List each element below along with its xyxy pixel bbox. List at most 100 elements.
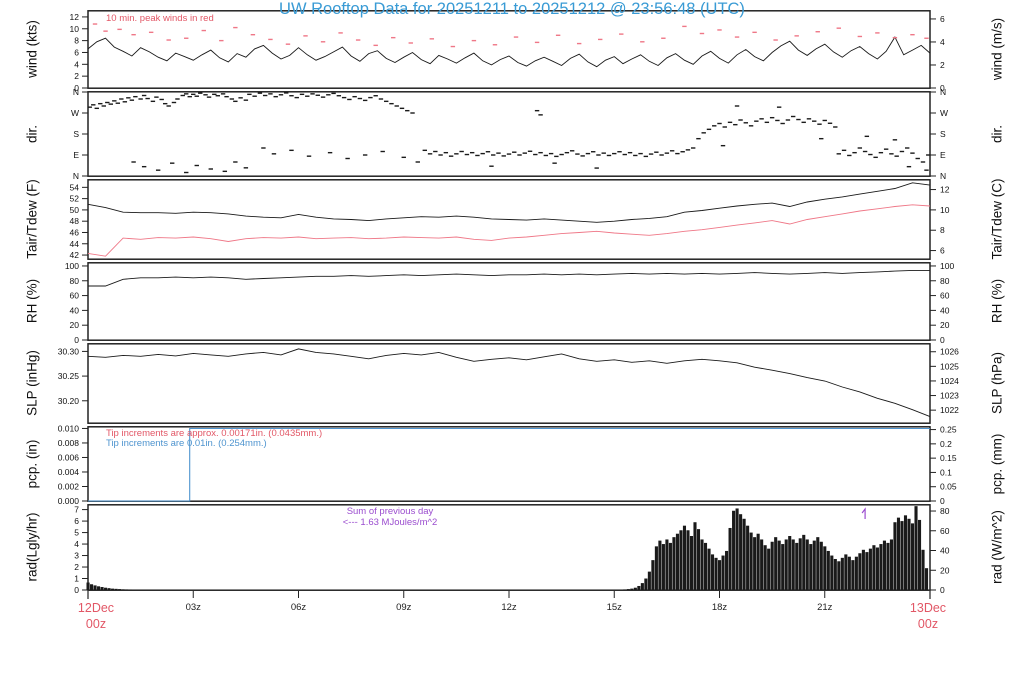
svg-text:S: S: [940, 129, 946, 139]
svg-text:0.006: 0.006: [58, 452, 80, 462]
svg-text:1025: 1025: [940, 361, 959, 371]
svg-text:20: 20: [940, 565, 950, 575]
panel-humidity: 0 20 40 60 80 100 0 20 40 60 80 100: [0, 261, 1024, 345]
panel-temperature: 42 44 46 48 50 52 54 6 8 10 12: [0, 179, 1024, 260]
svg-text:1023: 1023: [940, 391, 959, 401]
ylabel-rh-left: RH (%): [24, 278, 40, 324]
svg-text:21z: 21z: [817, 602, 833, 613]
panel-direction: NWSENNWSEN: [0, 87, 1024, 181]
svg-text:42: 42: [70, 250, 80, 260]
svg-text:100: 100: [940, 261, 954, 271]
svg-text:44: 44: [70, 239, 80, 249]
svg-text:1026: 1026: [940, 347, 959, 357]
svg-text:0.004: 0.004: [58, 467, 80, 477]
weather-meteogram-figure: 0 2 4 6 8 10 12 0 2 4 6 10 min. peak winds in red …: [0, 0, 1024, 700]
svg-text:2: 2: [74, 71, 79, 81]
direction-plot: NWSENNWSEN: [71, 87, 948, 181]
radiation-sum-note-line1: Sum of previous day: [346, 506, 434, 517]
tip-increment-blue-note: Tip increments are 0.01in. (0.254mm.): [106, 438, 267, 449]
panel-pressure: 30.20 30.25 30.30 1022 1023 1024 1025 1026: [0, 343, 1024, 424]
end-date-line1: 13Dec: [909, 601, 947, 615]
svg-text:N: N: [73, 87, 79, 97]
svg-text:6: 6: [74, 516, 79, 526]
start-date-line2: 00z: [85, 617, 107, 631]
svg-text:1022: 1022: [940, 405, 959, 415]
svg-text:60: 60: [940, 291, 950, 301]
radiation-sum-note-line2: <--- 1.63 MJoules/m^2: [342, 517, 438, 528]
svg-text:0.008: 0.008: [58, 438, 80, 448]
svg-text:12z: 12z: [501, 602, 517, 613]
svg-text:4: 4: [74, 539, 79, 549]
svg-text:30.25: 30.25: [58, 371, 80, 381]
svg-text:W: W: [940, 108, 948, 118]
svg-text:48: 48: [70, 216, 80, 226]
panel-radiation: 0 1 2 3 4 5 6 7 0 20 40 60 80 Sum of previous day <-…: [0, 504, 1024, 595]
svg-text:E: E: [73, 150, 79, 160]
svg-text:E: E: [940, 150, 946, 160]
svg-text:1: 1: [74, 574, 79, 584]
ylabel-slp-left: SLP (inHg): [24, 350, 40, 416]
ylabel-rad-left: rad(Lgly/hr): [24, 512, 40, 582]
start-date-label: 12Dec 00z: [66, 600, 126, 632]
svg-text:0.2: 0.2: [940, 439, 952, 449]
ylabel-rad-right: rad (W/m^2): [989, 510, 1005, 584]
pressure-plot: 30.20 30.25 30.30 1022 1023 1024 1025 1026: [58, 343, 959, 424]
time-axis: 03z 06z 09z 12z 15z 18z 21z: [87, 591, 931, 613]
ylabel-temp-right: Tair/Tdew (C): [989, 178, 1005, 260]
svg-text:30.20: 30.20: [58, 396, 80, 406]
svg-text:80: 80: [70, 276, 80, 286]
svg-text:50: 50: [70, 205, 80, 215]
svg-text:40: 40: [70, 305, 80, 315]
svg-text:15z: 15z: [607, 602, 623, 613]
svg-text:20: 20: [940, 320, 950, 330]
svg-text:3: 3: [74, 551, 79, 561]
svg-text:8: 8: [940, 225, 945, 235]
svg-text:8: 8: [74, 36, 79, 46]
svg-text:2: 2: [940, 60, 945, 70]
svg-text:09z: 09z: [396, 602, 412, 613]
svg-text:2: 2: [74, 562, 79, 572]
svg-text:18z: 18z: [712, 602, 728, 613]
svg-text:30.30: 30.30: [58, 346, 80, 356]
svg-text:W: W: [71, 108, 79, 118]
svg-text:6: 6: [74, 47, 79, 57]
temperature-plot: 4244 46485052 54 6 8 10 12: [70, 179, 950, 260]
svg-text:20: 20: [70, 320, 80, 330]
ylabel-pcp-left: pcp. (in): [24, 439, 40, 489]
svg-text:60: 60: [70, 291, 80, 301]
svg-text:0.25: 0.25: [940, 425, 957, 435]
humidity-plot: 020406080100020406080100: [65, 261, 955, 345]
svg-text:40: 40: [940, 305, 950, 315]
svg-text:06z: 06z: [291, 602, 307, 613]
svg-text:03z: 03z: [186, 602, 202, 613]
svg-text:1024: 1024: [940, 376, 959, 386]
chart-title: UW Rooftop Data for 20251211 to 20251212…: [279, 0, 745, 18]
ylabel-dir-right: dir.: [989, 124, 1005, 144]
ylabel-pcp-right: pcp. (mm): [989, 433, 1005, 495]
panel-precip: 0.000 0.002 0.004 0.006 0.008 0.010 0 0.05 0.1 0.…: [0, 423, 1024, 506]
svg-text:52: 52: [70, 194, 80, 204]
radiation-sum-note: Sum of previous day <--- 1.63 MJoules/m^…: [300, 506, 480, 528]
svg-text:40: 40: [940, 546, 950, 556]
radiation-plot: 01234567020406080: [74, 504, 950, 595]
ylabel-wind-left: wind (kts): [24, 20, 40, 78]
ylabel-dir-left: dir.: [24, 124, 40, 144]
end-date-label: 13Dec 00z: [898, 600, 958, 632]
svg-text:0.05: 0.05: [940, 482, 957, 492]
svg-text:5: 5: [74, 528, 79, 538]
svg-text:10: 10: [940, 205, 950, 215]
svg-text:80: 80: [940, 276, 950, 286]
svg-text:46: 46: [70, 227, 80, 237]
svg-text:4: 4: [74, 59, 79, 69]
svg-text:10: 10: [70, 24, 80, 34]
svg-text:4: 4: [940, 37, 945, 47]
svg-text:100: 100: [65, 261, 79, 271]
svg-text:0.010: 0.010: [58, 423, 80, 433]
svg-text:S: S: [73, 129, 79, 139]
svg-text:7: 7: [74, 505, 79, 515]
svg-text:6: 6: [940, 246, 945, 256]
svg-text:0.15: 0.15: [940, 453, 957, 463]
ylabel-temp-left: Tair/Tdew (F): [24, 179, 40, 259]
end-date-line2: 00z: [917, 617, 939, 631]
ylabel-wind-right: wind (m/s): [989, 17, 1005, 81]
